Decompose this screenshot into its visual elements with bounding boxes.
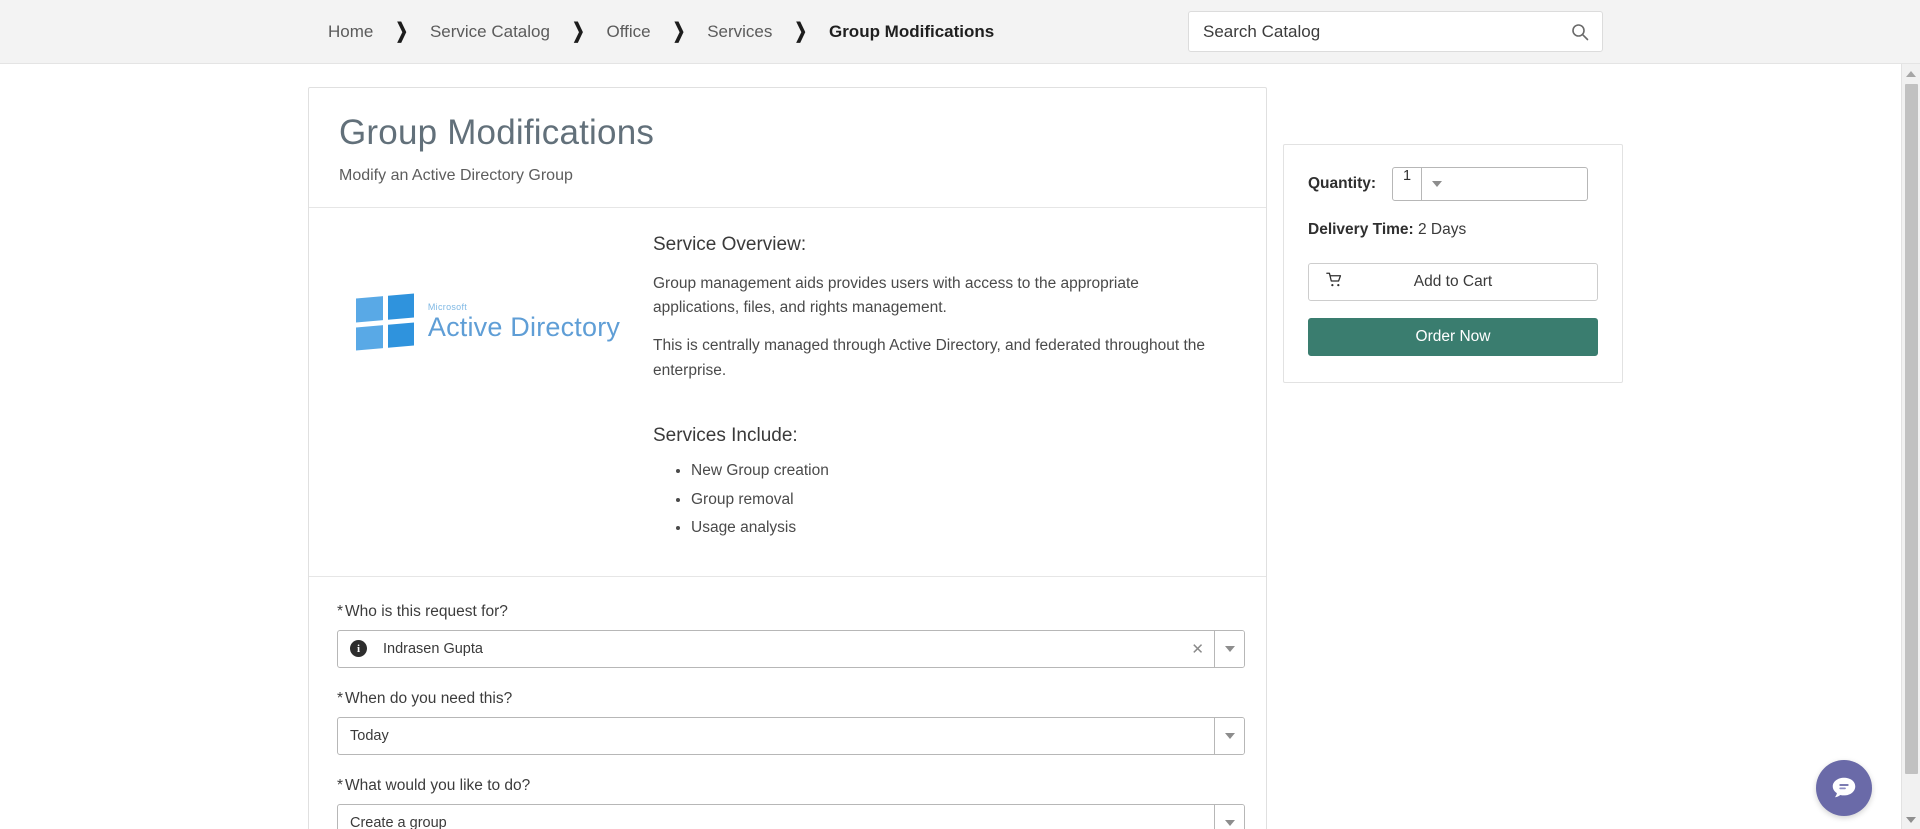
breadcrumb: Home ❯ Service Catalog ❯ Office ❯ Servic…: [326, 20, 996, 43]
action-control[interactable]: Create a group: [337, 803, 1245, 829]
quantity-value: 1: [1403, 168, 1412, 184]
field-label: * When do you need this?: [337, 690, 1238, 708]
service-overview-heading: Service Overview:: [653, 233, 807, 255]
page-body: Group Modifications Modify an Active Dir…: [0, 64, 1920, 829]
list-item: Usage analysis: [691, 518, 1238, 538]
services-include-heading: Services Include:: [653, 425, 798, 447]
requested-for-value: Indrasen Gupta: [383, 640, 483, 657]
breadcrumb-separator: ❯: [794, 20, 807, 43]
quantity-value-area[interactable]: 1: [1393, 168, 1421, 200]
field-label-text: What would you like to do?: [345, 776, 531, 794]
search-box[interactable]: [1188, 11, 1603, 52]
order-now-button[interactable]: Order Now: [1308, 318, 1598, 356]
search-icon[interactable]: [1558, 22, 1602, 42]
delivery-time: Delivery Time: 2 Days: [1308, 221, 1598, 239]
card-header: Group Modifications Modify an Active Dir…: [309, 88, 1266, 208]
when-needed-value: Today: [350, 727, 389, 744]
chevron-down-icon[interactable]: [1214, 717, 1244, 754]
card-description: Microsoft Active Directory Service Overv…: [309, 208, 1266, 577]
breadcrumb-item-group-modifications: Group Modifications: [828, 21, 995, 41]
logo-text: Microsoft Active Directory: [427, 301, 621, 342]
shopping-cart-icon: [1326, 272, 1343, 292]
delivery-time-label: Delivery Time:: [1308, 221, 1414, 238]
requested-for-control[interactable]: i Indrasen Gupta ✕: [337, 629, 1245, 668]
add-to-cart-label: Add to Cart: [1413, 273, 1493, 290]
list-item: New Group creation: [691, 461, 1238, 481]
logo-column: Microsoft Active Directory: [337, 234, 639, 546]
when-needed-value-area[interactable]: Today: [338, 718, 1214, 754]
required-marker: *: [337, 776, 344, 794]
breadcrumb-item-office[interactable]: Office: [605, 22, 653, 42]
clear-icon[interactable]: ✕: [1181, 631, 1214, 667]
chevron-down-icon[interactable]: [1214, 804, 1244, 829]
chat-widget-button[interactable]: [1816, 760, 1872, 816]
field-when-do-you-need-this: * When do you need this? Today: [337, 690, 1245, 755]
breadcrumb-separator: ❯: [672, 20, 686, 43]
breadcrumb-item-services[interactable]: Services: [705, 22, 774, 42]
services-include-list: New Group creation Group removal Usage a…: [653, 461, 1238, 537]
add-to-cart-button[interactable]: Add to Cart: [1308, 263, 1598, 301]
chevron-down-icon[interactable]: [1214, 630, 1244, 667]
chevron-down-icon[interactable]: [1421, 168, 1452, 200]
required-marker: *: [337, 602, 344, 620]
scroll-down-button[interactable]: [1902, 810, 1920, 829]
vertical-scrollbar[interactable]: [1901, 64, 1920, 829]
active-directory-logo: Microsoft Active Directory: [355, 292, 621, 351]
request-form: * Who is this request for? i Indrasen Gup…: [309, 577, 1266, 829]
overview-paragraph-2: This is centrally managed through Active…: [653, 337, 1205, 379]
scroll-up-button[interactable]: [1902, 64, 1920, 83]
breadcrumb-item-service-catalog[interactable]: Service Catalog: [428, 22, 552, 42]
order-now-label: Order Now: [1415, 328, 1491, 345]
action-value-area[interactable]: Create a group: [338, 805, 1214, 829]
field-label: * What would you like to do?: [337, 777, 1238, 795]
overview-paragraph-1: Group management aids provides users wit…: [653, 274, 1139, 316]
breadcrumb-separator: ❯: [571, 20, 585, 43]
field-what-would-you-like-to-do: * What would you like to do? Create a gro…: [337, 777, 1245, 829]
logo-product: Active Directory: [427, 311, 621, 342]
breadcrumb-separator: ❯: [395, 20, 408, 43]
quantity-stepper[interactable]: 1: [1392, 167, 1589, 201]
search-input[interactable]: [1189, 12, 1558, 51]
scrollbar-thumb[interactable]: [1904, 84, 1918, 774]
windows-logo-icon: [355, 292, 414, 351]
list-item: Group removal: [691, 490, 1238, 510]
quantity-row: Quantity: 1: [1308, 167, 1598, 201]
logo-vendor: Microsoft: [427, 301, 468, 312]
field-label: * Who is this request for?: [337, 603, 1238, 621]
catalog-item-card: Group Modifications Modify an Active Dir…: [308, 87, 1267, 829]
chat-bubble-icon: [1832, 777, 1856, 798]
quantity-label: Quantity:: [1308, 175, 1377, 192]
field-label-text: Who is this request for?: [345, 602, 508, 620]
order-panel: Quantity: 1 Delivery Time: 2 Days Add to…: [1283, 144, 1623, 383]
breadcrumb-item-home[interactable]: Home: [326, 22, 375, 42]
description-column: Service Overview: Group management aids …: [639, 234, 1238, 546]
when-needed-control[interactable]: Today: [337, 716, 1245, 755]
field-who-is-this-request-for: * Who is this request for? i Indrasen Gup…: [337, 603, 1245, 668]
action-value: Create a group: [350, 814, 447, 829]
page-subtitle: Modify an Active Directory Group: [339, 166, 573, 184]
delivery-time-value: 2 Days: [1418, 221, 1467, 238]
page-header: Home ❯ Service Catalog ❯ Office ❯ Servic…: [0, 0, 1920, 64]
page-title: Group Modifications: [339, 113, 655, 152]
info-icon[interactable]: i: [350, 640, 367, 658]
required-marker: *: [337, 689, 344, 707]
requested-for-value-area[interactable]: i Indrasen Gupta: [338, 631, 1181, 667]
field-label-text: When do you need this?: [345, 689, 513, 707]
